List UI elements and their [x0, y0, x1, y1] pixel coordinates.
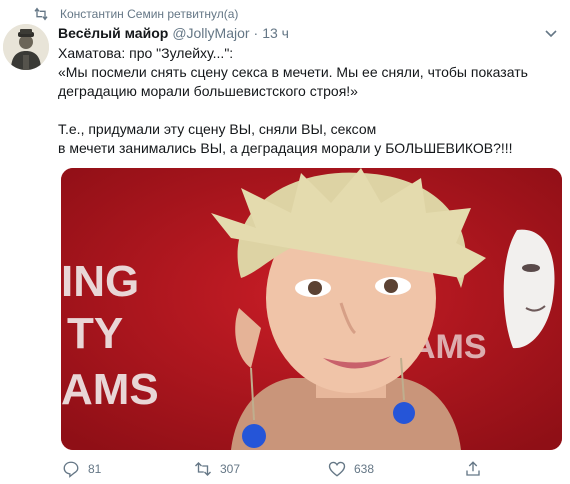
author-display-name[interactable]: Весёлый майор: [58, 25, 168, 41]
tweet-text-line-3: [58, 101, 558, 120]
author-handle[interactable]: @JollyMajor: [172, 25, 249, 41]
tweet-timestamp[interactable]: 13 ч: [262, 25, 289, 41]
backdrop-letters-2: TY: [67, 309, 123, 358]
tweet-text-line-4: Т.е., придумали эту сцену ВЫ, сняли ВЫ, …: [58, 121, 513, 156]
chevron-down-icon[interactable]: [544, 26, 558, 40]
like-button[interactable]: 638: [328, 460, 374, 478]
tweet-header: Весёлый майор @JollyMajor · 13 ч: [58, 25, 289, 43]
tweet-text: Хаматова: про "Зулейху...": «Мы посмели …: [58, 44, 558, 158]
separator-dot: ·: [253, 25, 259, 41]
reply-icon: [63, 461, 79, 478]
backdrop-letters-3: AMS: [61, 365, 159, 414]
heart-icon: [328, 461, 346, 477]
retweet-button[interactable]: 307: [194, 460, 240, 478]
retweet-icon: [34, 7, 48, 21]
like-count: 638: [354, 462, 375, 476]
retweet-context-text: Константин Семин ретвитнул(а): [60, 7, 239, 21]
tweet-media-image[interactable]: ING TY AMS AMS: [61, 168, 562, 450]
backdrop-letters-1: ING: [61, 257, 139, 306]
tweet-text-line-2: «Мы посмели снять сцену секса в мечети. …: [58, 64, 528, 99]
share-button[interactable]: [464, 460, 490, 478]
retweet-count: 307: [220, 462, 241, 476]
photo: ING TY AMS AMS: [61, 168, 562, 450]
reply-count: 81: [88, 462, 102, 476]
retweet-icon: [195, 462, 211, 476]
retweet-context[interactable]: Константин Семин ретвитнул(а): [34, 6, 239, 22]
reply-button[interactable]: 81: [62, 460, 101, 478]
avatar[interactable]: [3, 24, 49, 70]
avatar-image: [3, 24, 49, 70]
share-icon: [466, 461, 480, 476]
tweet-actions: 81 307 638: [58, 458, 498, 480]
tweet-text-line-1: Хаматова: про "Зулейху...":: [58, 45, 234, 61]
